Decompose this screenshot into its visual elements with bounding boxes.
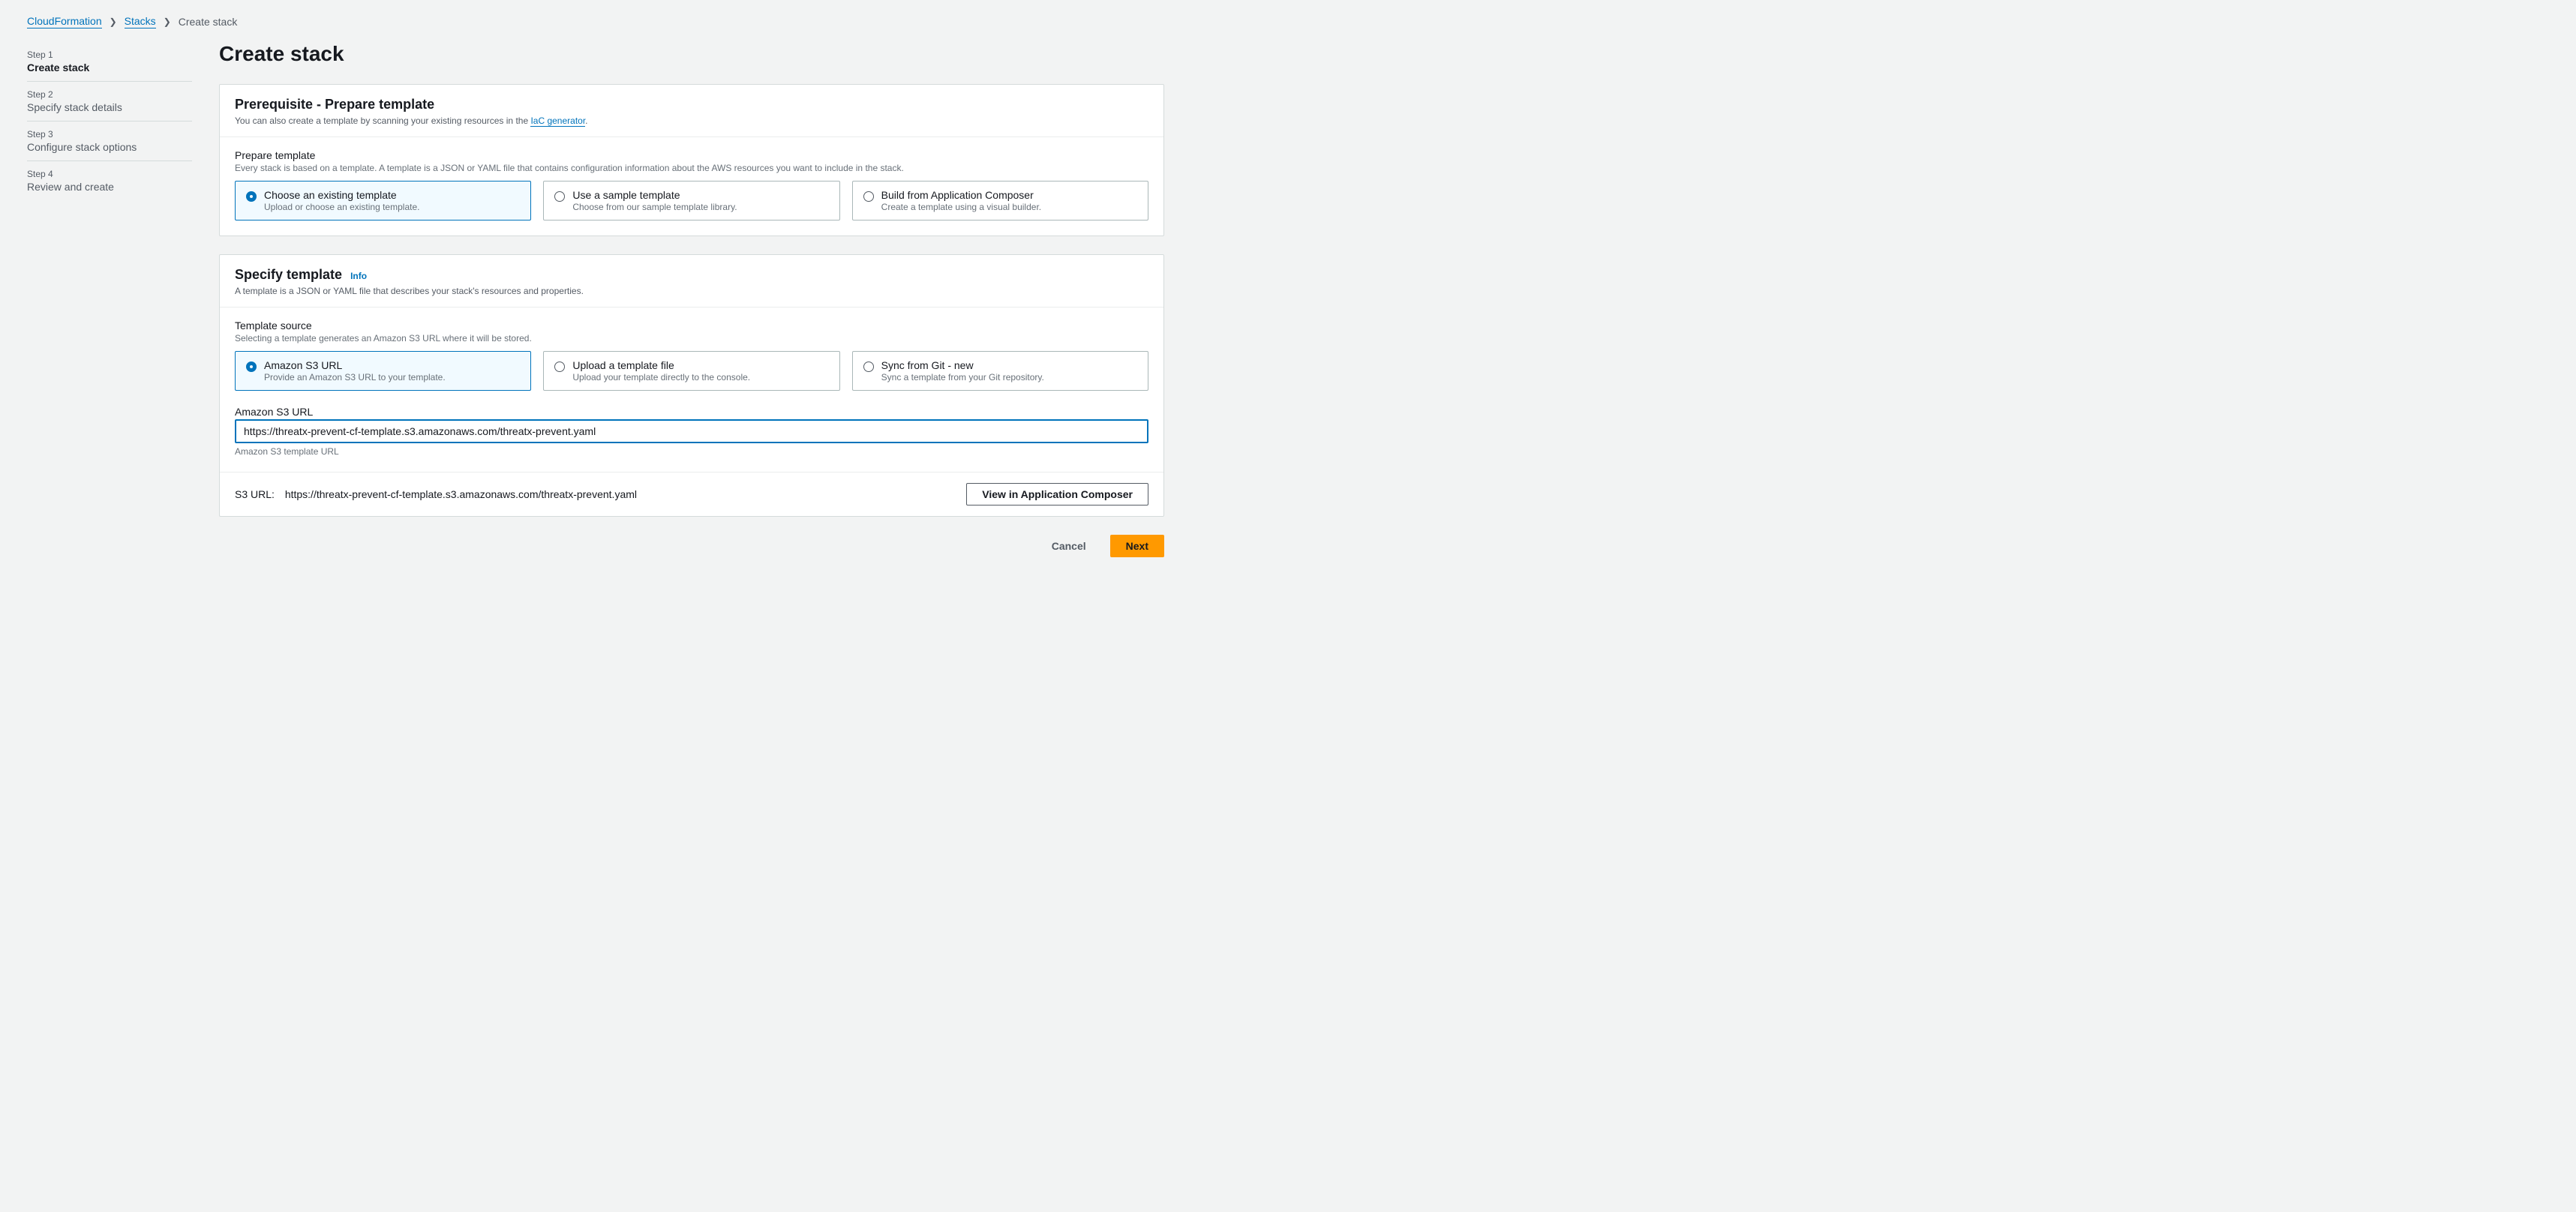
chevron-right-icon: ❯ [110,16,117,27]
iac-generator-link[interactable]: IaC generator [530,116,585,127]
step-label: Step 3 [27,129,192,140]
breadcrumb-cloudformation[interactable]: CloudFormation [27,15,102,28]
step-label: Step 4 [27,169,192,179]
radio-upload-file[interactable]: Upload a template file Upload your templ… [543,351,839,391]
specify-template-subtitle: A template is a JSON or YAML file that d… [235,286,1148,296]
step-3[interactable]: Step 3 Configure stack options [27,122,192,161]
radio-application-composer[interactable]: Build from Application Composer Create a… [852,181,1148,220]
step-1[interactable]: Step 1 Create stack [27,42,192,82]
radio-icon [554,362,565,372]
radio-icon [246,362,257,372]
step-title: Configure stack options [27,141,192,153]
radio-sub: Create a template using a visual builder… [881,202,1041,212]
radio-label: Use a sample template [572,189,737,201]
radio-sub: Upload or choose an existing template. [264,202,419,212]
s3-url-hint: Amazon S3 template URL [235,446,1148,457]
s3-url-label: Amazon S3 URL [235,406,1148,418]
next-button[interactable]: Next [1110,535,1164,557]
specify-template-panel: Specify template Info A template is a JS… [219,254,1164,517]
prepare-template-label: Prepare template [235,149,1148,161]
prepare-template-desc: Every stack is based on a template. A te… [235,163,1148,173]
radio-label: Upload a template file [572,359,750,371]
template-source-radio-group: Amazon S3 URL Provide an Amazon S3 URL t… [235,351,1148,391]
cancel-button[interactable]: Cancel [1037,535,1101,557]
page-title: Create stack [219,42,1164,66]
title-text: Specify template [235,267,342,282]
radio-sync-git[interactable]: Sync from Git - new Sync a template from… [852,351,1148,391]
template-source-label: Template source [235,320,1148,332]
step-2[interactable]: Step 2 Specify stack details [27,82,192,122]
radio-label: Choose an existing template [264,189,419,201]
wizard-steps-sidebar: Step 1 Create stack Step 2 Specify stack… [27,42,192,557]
step-title: Create stack [27,62,192,74]
chevron-right-icon: ❯ [164,16,171,27]
radio-sub: Provide an Amazon S3 URL to your templat… [264,372,446,382]
step-4[interactable]: Step 4 Review and create [27,161,192,200]
step-label: Step 2 [27,89,192,100]
prerequisite-title: Prerequisite - Prepare template [235,97,1148,112]
breadcrumb: CloudFormation ❯ Stacks ❯ Create stack [27,15,2549,28]
radio-label-text: Sync from Git [881,359,945,371]
view-in-application-composer-button[interactable]: View in Application Composer [966,483,1148,506]
wizard-actions: Cancel Next [219,535,1164,557]
s3-url-input[interactable] [235,419,1148,443]
new-tag: - new [944,359,973,371]
main-content: Create stack Prerequisite - Prepare temp… [219,42,1164,557]
step-title: Specify stack details [27,101,192,113]
prerequisite-panel: Prerequisite - Prepare template You can … [219,84,1164,236]
radio-icon [863,191,874,202]
subtitle-suffix: . [585,116,587,126]
prerequisite-subtitle: You can also create a template by scanni… [235,116,1148,126]
subtitle-text: You can also create a template by scanni… [235,116,530,126]
breadcrumb-stacks[interactable]: Stacks [125,15,156,28]
step-title: Review and create [27,181,192,193]
radio-label: Amazon S3 URL [264,359,446,371]
s3-url-display-label: S3 URL: [235,488,275,500]
info-link[interactable]: Info [350,271,367,281]
radio-sub: Choose from our sample template library. [572,202,737,212]
radio-icon [554,191,565,202]
radio-label: Build from Application Composer [881,189,1041,201]
radio-label: Sync from Git - new [881,359,1044,371]
radio-choose-existing-template[interactable]: Choose an existing template Upload or ch… [235,181,531,220]
radio-sub: Upload your template directly to the con… [572,372,750,382]
prepare-template-radio-group: Choose an existing template Upload or ch… [235,181,1148,220]
radio-s3-url[interactable]: Amazon S3 URL Provide an Amazon S3 URL t… [235,351,531,391]
radio-sample-template[interactable]: Use a sample template Choose from our sa… [543,181,839,220]
radio-icon [863,362,874,372]
radio-sub: Sync a template from your Git repository… [881,372,1044,382]
radio-icon [246,191,257,202]
template-source-desc: Selecting a template generates an Amazon… [235,333,1148,344]
s3-url-display-value: https://threatx-prevent-cf-template.s3.a… [285,488,637,500]
breadcrumb-current: Create stack [179,16,238,28]
specify-template-title: Specify template Info [235,267,1148,283]
s3-url-display: S3 URL: https://threatx-prevent-cf-templ… [235,488,637,500]
step-label: Step 1 [27,50,192,60]
